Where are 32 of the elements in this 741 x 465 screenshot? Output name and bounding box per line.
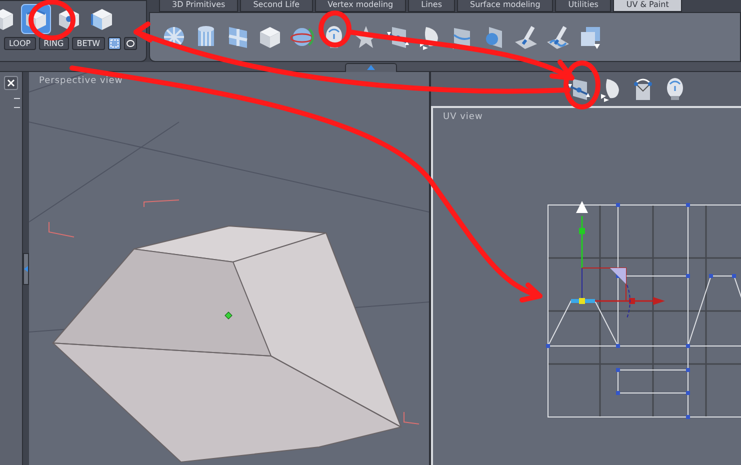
edge-select-button[interactable]: LOOP <box>4 37 36 50</box>
side-panel-grip[interactable] <box>23 252 29 284</box>
panel-toggle-handle[interactable] <box>344 63 396 72</box>
cube-edge-icon <box>89 6 115 32</box>
rectangle-select-button[interactable] <box>108 37 122 50</box>
toolbar-tab[interactable]: UV & Paint <box>613 0 682 12</box>
panel-tick <box>14 98 20 99</box>
viewport-title: Perspective view <box>39 76 123 86</box>
brush-wave-icon <box>545 24 571 50</box>
close-button[interactable] <box>4 76 18 90</box>
dashed-rectangle-icon <box>110 39 120 48</box>
triangle-up-icon <box>366 64 376 70</box>
lasso-select-button[interactable] <box>124 37 138 50</box>
toolbar-tab[interactable]: Vertex modeling <box>314 0 406 12</box>
toolbar-tab[interactable]: Utilities <box>555 0 612 12</box>
toolbar-tab[interactable]: Second Life <box>240 0 313 12</box>
close-icon <box>7 79 15 87</box>
toolbar-tab[interactable]: 3D Primitives <box>159 0 238 12</box>
cube-icon <box>257 24 283 50</box>
toolbar-tab[interactable]: Lines <box>408 0 455 12</box>
triangle-left-icon <box>24 266 28 272</box>
viewport-title: UV view <box>443 112 483 122</box>
toolbar-tab[interactable]: Surface modeling <box>456 0 554 12</box>
arrows-plane-icon <box>385 24 411 50</box>
brush-icon <box>513 24 539 50</box>
annotation-circle <box>564 60 600 110</box>
panel-tick <box>14 107 20 108</box>
ellipse-icon <box>126 39 136 48</box>
uv-viewport[interactable]: UV view <box>431 106 741 465</box>
perspective-viewport[interactable]: Perspective view <box>29 72 431 465</box>
annotation-circle <box>318 10 352 48</box>
edge-select-button[interactable]: BETW <box>72 37 106 50</box>
